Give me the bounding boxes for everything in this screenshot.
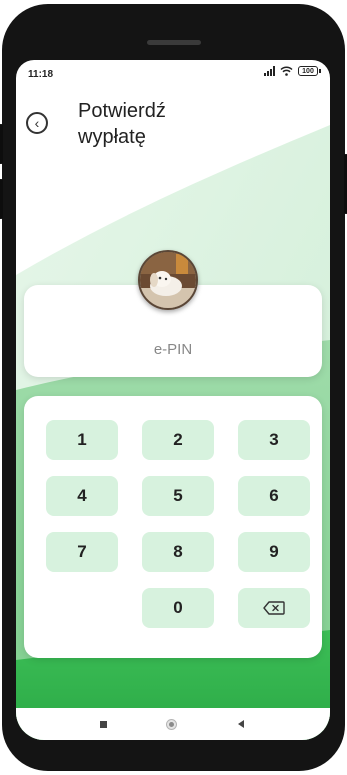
back-icon[interactable] <box>238 720 244 728</box>
recent-apps-icon[interactable] <box>100 721 107 728</box>
key-8[interactable]: 8 <box>142 532 214 572</box>
delete-button[interactable] <box>238 588 310 628</box>
status-time: 11:18 <box>28 69 54 80</box>
phone-frame: 11:18 100 ‹ Potwierdź wypłatę e-PIN 1 2 … <box>0 4 347 771</box>
key-5[interactable]: 5 <box>142 476 214 516</box>
page-title-line1: Potwierdź <box>78 100 166 122</box>
page-title: Potwierdź wypłatę <box>78 98 278 150</box>
volume-down-button <box>0 179 3 219</box>
pin-keypad: 1 2 3 4 5 6 7 8 9 0 <box>24 396 322 658</box>
wifi-icon <box>280 66 293 76</box>
key-2[interactable]: 2 <box>142 420 214 460</box>
avatar-image <box>140 252 196 308</box>
back-arrow-icon[interactable]: ‹ <box>26 112 48 134</box>
key-6[interactable]: 6 <box>238 476 310 516</box>
key-0[interactable]: 0 <box>142 588 214 628</box>
key-3[interactable]: 3 <box>238 420 310 460</box>
home-icon[interactable] <box>166 719 177 730</box>
earpiece-speaker <box>147 40 201 45</box>
key-4[interactable]: 4 <box>46 476 118 516</box>
battery-level: 100 <box>302 68 314 75</box>
status-bar: 11:18 100 <box>16 60 330 86</box>
dog-avatar <box>138 250 198 310</box>
status-icons: 100 <box>264 66 321 76</box>
page-title-line2: wypłatę <box>78 126 146 148</box>
phone-screen: 11:18 100 ‹ Potwierdź wypłatę e-PIN 1 2 … <box>16 60 330 740</box>
backspace-icon <box>263 601 285 615</box>
signal-icon <box>264 66 275 76</box>
android-nav-bar <box>16 708 330 740</box>
key-empty <box>46 588 118 628</box>
battery-icon: 100 <box>298 66 321 76</box>
volume-up-button <box>0 124 3 164</box>
key-9[interactable]: 9 <box>238 532 310 572</box>
key-1[interactable]: 1 <box>46 420 118 460</box>
epin-label: e-PIN <box>153 341 193 358</box>
key-7[interactable]: 7 <box>46 532 118 572</box>
